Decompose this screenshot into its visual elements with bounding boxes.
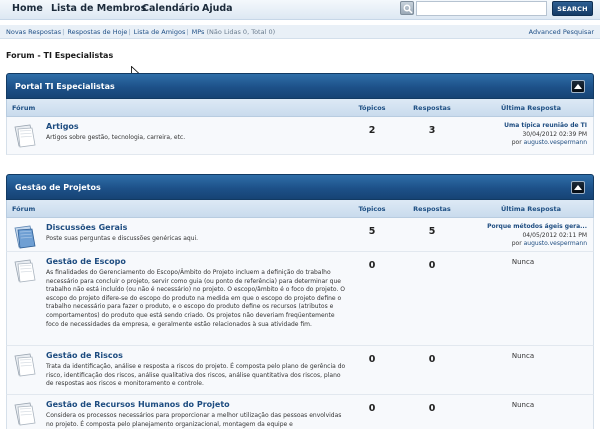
topic-count: 0 bbox=[368, 260, 376, 271]
last-post-date: 30/04/2012 bbox=[522, 130, 558, 138]
link-friends-list[interactable]: Lista de Amigos bbox=[134, 28, 186, 36]
category-header: Gestão de Projetos bbox=[6, 174, 594, 200]
forum-row-scope: Gestão de Escopo As finalidades do Geren… bbox=[6, 252, 594, 346]
topic-count: 5 bbox=[368, 226, 376, 237]
last-post-user[interactable]: augusto.vespermann bbox=[524, 139, 587, 146]
last-post-info: Porque métodos ágeis gera... 04/05/2012 … bbox=[457, 223, 587, 249]
pm-status: (Não Lidas 0, Total 0) bbox=[206, 28, 276, 36]
post-count: 5 bbox=[428, 226, 436, 237]
top-navbar: Home Lista de Membros Calendário Ajuda S… bbox=[0, 0, 600, 20]
search-input[interactable] bbox=[416, 1, 547, 16]
column-header-row: Fórum Tópicos Respostas Última Resposta bbox=[6, 200, 594, 218]
last-post-time: 02:11 PM bbox=[559, 231, 587, 239]
last-post-none: Nunca bbox=[511, 352, 535, 360]
forum-title[interactable]: Gestão de Recursos Humanos do Projeto bbox=[46, 400, 230, 409]
column-header-row: Fórum Tópicos Respostas Última Resposta bbox=[6, 99, 594, 117]
forum-read-icon bbox=[14, 124, 36, 148]
topic-count: 0 bbox=[368, 354, 376, 365]
breadcrumb: Forum - TI Especialistas bbox=[6, 51, 114, 60]
last-post-info: Nunca bbox=[477, 400, 587, 410]
last-post-title[interactable]: Porque métodos ágeis gera... bbox=[487, 223, 587, 230]
column-forum: Fórum bbox=[12, 205, 36, 213]
category-title[interactable]: Portal TI Especialistas bbox=[15, 82, 115, 91]
forum-row-general: Discussões Gerais Poste suas perguntas e… bbox=[6, 218, 594, 252]
nav-help[interactable]: Ajuda bbox=[202, 3, 233, 14]
forum-read-icon bbox=[14, 353, 36, 377]
topic-count: 0 bbox=[368, 403, 376, 414]
column-topics: Tópicos bbox=[358, 104, 386, 112]
nav-calendar[interactable]: Calendário bbox=[142, 3, 200, 14]
last-post-none: Nunca bbox=[511, 401, 535, 409]
forum-title[interactable]: Discussões Gerais bbox=[46, 223, 127, 232]
nav-home[interactable]: Home bbox=[12, 3, 43, 14]
last-post-date: 04/05/2012 bbox=[522, 231, 558, 239]
category-title[interactable]: Gestão de Projetos bbox=[15, 183, 101, 192]
column-posts: Respostas bbox=[413, 104, 451, 112]
forum-title[interactable]: Artigos bbox=[46, 122, 79, 131]
post-count: 0 bbox=[428, 354, 436, 365]
column-forum: Fórum bbox=[12, 104, 36, 112]
search-icon[interactable] bbox=[400, 1, 414, 15]
forum-title[interactable]: Gestão de Riscos bbox=[46, 351, 123, 360]
category-project-management: Gestão de Projetos Fórum Tópicos Respost… bbox=[6, 174, 594, 429]
post-count: 0 bbox=[428, 403, 436, 414]
sub-navbar: Novas Respostas| Respostas de Hoje| List… bbox=[0, 25, 600, 39]
post-count: 3 bbox=[428, 125, 436, 136]
nav-member-list[interactable]: Lista de Membros bbox=[51, 3, 146, 14]
separator: | bbox=[62, 28, 65, 36]
forum-description: As finalidades do Gerenciamento do Escop… bbox=[46, 269, 345, 328]
search-button[interactable]: SEARCH bbox=[552, 1, 593, 16]
last-post-user[interactable]: augusto.vespermann bbox=[524, 240, 587, 247]
last-post-by: por bbox=[511, 240, 522, 248]
column-topics: Tópicos bbox=[358, 205, 386, 213]
last-post-title[interactable]: Uma típica reunião de TI bbox=[504, 122, 587, 129]
separator: | bbox=[128, 28, 131, 36]
last-post-info: Uma típica reunião de TI 30/04/2012 02:3… bbox=[477, 122, 587, 148]
post-count: 0 bbox=[428, 260, 436, 271]
last-post-by: por bbox=[511, 139, 522, 147]
last-post-info: Nunca bbox=[477, 257, 587, 267]
column-last-post: Última Resposta bbox=[501, 205, 562, 213]
link-todays-posts[interactable]: Respostas de Hoje bbox=[67, 28, 127, 36]
collapse-icon[interactable] bbox=[571, 80, 585, 93]
forum-read-icon bbox=[14, 259, 36, 283]
topic-count: 2 bbox=[368, 125, 376, 136]
advanced-search-link[interactable]: Advanced Pesquisar bbox=[529, 28, 594, 36]
forum-description: Considera os processos necessários para … bbox=[46, 412, 342, 428]
forum-row-artigos: Artigos Artigos sobre gestão, tecnologia… bbox=[6, 117, 594, 155]
forum-read-icon bbox=[14, 402, 36, 426]
last-post-none: Nunca bbox=[511, 258, 535, 266]
column-last-post: Última Resposta bbox=[501, 104, 562, 112]
forum-row-hr: Gestão de Recursos Humanos do Projeto Co… bbox=[6, 395, 594, 429]
last-post-time: 02:39 PM bbox=[559, 130, 587, 138]
forum-description: Trata da identificação, análise e respos… bbox=[46, 363, 346, 388]
separator: | bbox=[186, 28, 189, 36]
collapse-icon[interactable] bbox=[571, 181, 585, 194]
forum-description: Poste suas perguntas e discussões genéri… bbox=[46, 235, 199, 242]
quick-links: Novas Respostas| Respostas de Hoje| List… bbox=[6, 28, 275, 36]
category-portal: Portal TI Especialistas Fórum Tópicos Re… bbox=[6, 73, 594, 155]
forum-title[interactable]: Gestão de Escopo bbox=[46, 257, 126, 266]
forum-description: Artigos sobre gestão, tecnologia, carrei… bbox=[46, 134, 186, 141]
forum-new-posts-icon bbox=[14, 225, 36, 249]
forum-row-risks: Gestão de Riscos Trata da identificação,… bbox=[6, 346, 594, 395]
category-header: Portal TI Especialistas bbox=[6, 73, 594, 99]
link-private-messages[interactable]: MPs bbox=[192, 28, 205, 36]
column-posts: Respostas bbox=[413, 205, 451, 213]
link-new-posts[interactable]: Novas Respostas bbox=[6, 28, 61, 36]
last-post-info: Nunca bbox=[477, 351, 587, 361]
